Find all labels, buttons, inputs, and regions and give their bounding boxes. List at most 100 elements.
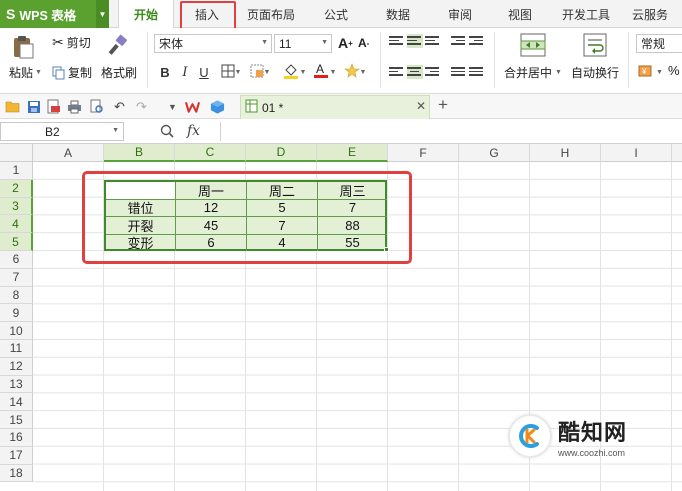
paste-icon[interactable] [10,34,36,60]
save-icon[interactable] [26,99,41,114]
table-cell[interactable]: 6 [176,234,247,251]
row-header-17[interactable]: 17 [0,446,33,465]
tab-insert[interactable]: 插入 [182,0,232,28]
column-header-b[interactable]: B [104,144,175,162]
redo-icon[interactable]: ↷ [134,99,149,114]
tab-home[interactable]: 开始 [118,0,174,29]
column-header-d[interactable]: D [246,144,317,162]
row-header-5[interactable]: 5 [0,233,33,251]
table-cell[interactable]: 45 [176,217,247,235]
print-icon[interactable] [67,99,82,114]
column-header-h[interactable]: H [530,144,601,162]
app-menu-dropdown-icon[interactable]: ▼ [96,0,109,28]
merge-center-button[interactable]: 合并居中 ▼ [504,64,562,81]
tab-data[interactable]: 数据 [376,0,420,28]
chevron-down-icon[interactable]: ▼ [329,63,337,81]
distributed-align-button[interactable] [469,65,485,79]
cut-button[interactable]: ✂ 剪切 [52,34,91,51]
increase-indent-button[interactable] [469,34,485,48]
name-box[interactable]: B2 ▼ [0,122,124,141]
table-row-label[interactable]: 错位 [106,199,176,217]
table-cell[interactable]: 88 [318,217,387,235]
tab-cloud[interactable]: 云服务 [624,0,676,28]
table-header-cell[interactable]: 周一 [176,182,247,200]
row-header-16[interactable]: 16 [0,429,33,447]
tab-view[interactable]: 视图 [498,0,542,28]
column-header-a[interactable]: A [33,144,104,162]
column-header-e[interactable]: E [317,144,388,162]
align-top-button[interactable] [389,34,405,48]
table-cell[interactable]: 7 [318,200,387,217]
table-cell[interactable]: 55 [318,235,387,252]
tab-page-layout[interactable]: 页面布局 [240,0,302,28]
table-header-cell[interactable]: 周二 [247,182,318,200]
chevron-down-icon[interactable]: ▼ [263,63,271,81]
data-table[interactable]: 周一 周二 周三 错位 12 5 7 开裂 45 7 88 变形 6 4 55 [104,180,387,251]
align-right-button[interactable] [425,65,441,79]
bold-button[interactable]: B [156,63,174,81]
underline-button[interactable]: U [195,63,213,81]
row-header-8[interactable]: 8 [0,286,33,305]
currency-button[interactable]: ¥ ▼ [638,63,663,82]
table-cell[interactable]: 4 [247,234,318,251]
export-pdf-icon[interactable] [46,99,61,114]
row-header-14[interactable]: 14 [0,393,33,412]
font-name-select[interactable]: 宋体 ▼ [154,34,272,53]
row-header-18[interactable]: 18 [0,464,33,483]
wps-w-icon[interactable] [185,99,200,114]
table-cell[interactable]: 5 [247,199,318,217]
row-header-2[interactable]: 2 [0,179,33,198]
fill-handle[interactable] [384,247,389,252]
align-middle-button[interactable] [407,34,423,48]
select-all-corner[interactable] [0,144,33,162]
customize-toolbar-icon[interactable]: ▼ [165,99,180,114]
format-painter-button[interactable]: 格式刷 [101,64,137,81]
table-cell[interactable]: 7 [247,217,318,235]
cube-app-icon[interactable] [210,99,225,114]
merge-cells-icon[interactable] [520,33,546,57]
formula-input[interactable] [220,122,682,141]
chevron-down-icon[interactable]: ▼ [359,63,367,81]
format-painter-icon[interactable] [106,34,130,58]
table-row-label[interactable]: 变形 [106,234,176,251]
row-header-6[interactable]: 6 [0,251,33,269]
row-header-13[interactable]: 13 [0,375,33,394]
align-left-button[interactable] [389,65,405,79]
print-preview-icon[interactable] [89,99,104,114]
decrease-indent-button[interactable] [451,34,467,48]
zoom-icon[interactable] [160,124,174,141]
row-header-7[interactable]: 7 [0,268,33,287]
paste-button[interactable]: 粘贴 ▼ [9,64,42,81]
column-header-c[interactable]: C [175,144,246,162]
justify-button[interactable] [451,65,467,79]
table-row-label[interactable]: 开裂 [106,217,176,235]
open-folder-icon[interactable] [5,99,20,114]
column-header-j[interactable] [672,144,682,162]
close-tab-icon[interactable]: ✕ [416,99,426,113]
chevron-down-icon[interactable]: ▼ [299,63,307,81]
number-format-select[interactable]: 常规 [636,34,682,53]
copy-button[interactable]: 复制 [52,64,92,81]
app-menu-button[interactable]: S WPS 表格 [0,0,96,28]
column-header-f[interactable]: F [388,144,459,162]
row-header-3[interactable]: 3 [0,197,33,216]
tab-formulas[interactable]: 公式 [314,0,358,28]
wrap-text-icon[interactable] [583,33,607,57]
wrap-text-button[interactable]: 自动换行 [571,64,619,81]
table-header-cell[interactable] [106,182,176,200]
row-header-9[interactable]: 9 [0,304,33,323]
chevron-down-icon[interactable]: ▼ [234,63,242,81]
align-bottom-button[interactable] [425,34,441,48]
row-header-1[interactable]: 1 [0,162,33,180]
column-header-i[interactable]: I [601,144,672,162]
italic-button[interactable]: I [176,63,194,81]
table-header-cell[interactable]: 周三 [318,182,387,200]
font-color-button[interactable]: A [312,62,330,81]
column-header-g[interactable]: G [459,144,530,162]
undo-icon[interactable]: ↶ [112,99,127,114]
row-header-4[interactable]: 4 [0,215,33,234]
row-header-11[interactable]: 11 [0,340,33,358]
insert-function-button[interactable]: fx [187,123,200,139]
font-size-select[interactable]: 11 ▼ [274,34,332,53]
increase-font-button[interactable]: A + [338,35,353,51]
